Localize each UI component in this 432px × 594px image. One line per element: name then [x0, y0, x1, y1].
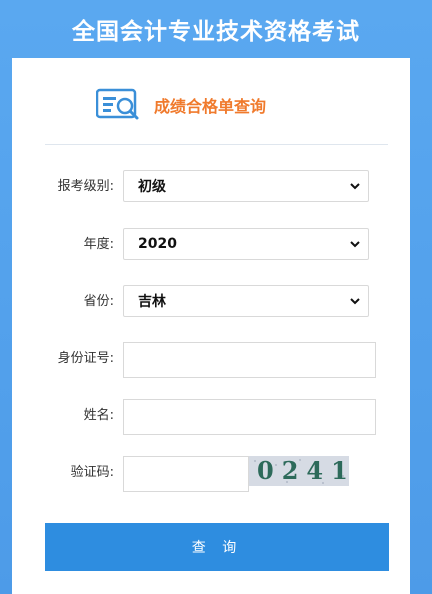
page-header: 全国会计专业技术资格考试 — [0, 0, 432, 58]
level-row: 报考级别: 初级 — [12, 170, 410, 204]
province-row: 省份: 吉林 — [12, 285, 410, 319]
panel-title: 成绩合格单查询 — [154, 97, 267, 116]
page-title: 全国会计专业技术资格考试 — [72, 19, 360, 45]
province-value: 吉林 — [138, 294, 166, 310]
year-select[interactable]: 2020 — [123, 228, 369, 260]
name-label: 姓名: — [83, 408, 114, 423]
id-number-label: 身份证号: — [57, 351, 114, 366]
level-select[interactable]: 初级 — [123, 170, 369, 202]
level-label: 报考级别: — [57, 179, 114, 194]
id-number-row: 身份证号: — [12, 342, 410, 378]
province-label: 省份: — [83, 294, 114, 309]
query-card: 成绩合格单查询 报考级别: 初级 年度: 2020 省份: 吉林 身份证号: 姓… — [12, 58, 410, 594]
chevron-down-icon — [350, 182, 360, 189]
captcha-text: 0241 — [257, 456, 349, 485]
chevron-down-icon — [350, 240, 360, 247]
province-select[interactable]: 吉林 — [123, 285, 369, 317]
name-row: 姓名: — [12, 399, 410, 435]
panel-title-row: 成绩合格单查询 — [96, 88, 266, 122]
divider — [45, 144, 388, 145]
captcha-input[interactable] — [123, 456, 249, 492]
document-search-icon — [96, 88, 139, 120]
year-label: 年度: — [83, 237, 114, 252]
id-number-input[interactable] — [123, 342, 376, 378]
submit-button[interactable]: 查 询 — [45, 523, 389, 571]
year-value: 2020 — [138, 236, 177, 252]
captcha-image[interactable]: 0241 — [249, 456, 349, 486]
level-value: 初级 — [138, 179, 166, 195]
name-input[interactable] — [123, 399, 376, 435]
chevron-down-icon — [350, 297, 360, 304]
captcha-label: 验证码: — [70, 465, 114, 480]
captcha-row: 验证码: 0241 — [12, 456, 410, 492]
year-row: 年度: 2020 — [12, 228, 410, 262]
